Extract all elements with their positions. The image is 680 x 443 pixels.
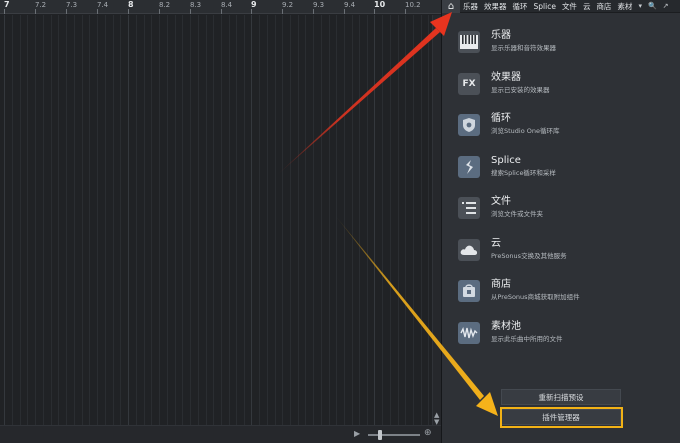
tab-cloud[interactable]: 云 [580,0,594,13]
item-title: 效果器 [491,71,521,83]
list-item-effects[interactable]: FX 效果器 显示已安装的效果器 [442,66,680,108]
ruler-tick: 9 [251,0,257,9]
ruler-tick: 7.3 [66,1,78,9]
expand-icon[interactable]: ↗ [660,0,672,13]
zoom-slider-track[interactable] [368,434,420,436]
ruler-tick: 7 [4,0,10,9]
tab-instruments[interactable]: 乐器 [460,0,481,13]
tab-splice[interactable]: Splice [531,0,559,13]
item-title: 文件 [491,196,511,207]
ruler-tick: 10 [374,0,386,9]
item-description: PreSonus交换及其他服务 [491,251,567,260]
file-list-icon [458,197,480,219]
play-icon[interactable]: ▶ [354,429,360,438]
piano-icon [458,31,480,53]
list-item-loops[interactable]: 循环 浏览Studio One循环库 [442,107,680,149]
item-description: 浏览Studio One循环库 [491,127,560,135]
rescan-presets-button[interactable]: 重新扫描预设 [501,389,621,405]
item-description: 搜索Splice循环和采样 [491,168,556,177]
horizontal-zoom-bar: ▶ ⊕ [0,425,441,443]
list-item-instruments[interactable]: 乐器 显示乐器和音符效果器 [442,24,680,66]
item-title: 云 [491,237,501,249]
zoom-slider-thumb[interactable] [378,430,382,440]
item-description: 显示乐器和音符效果器 [491,44,556,52]
list-item-cloud[interactable]: 云 PreSonus交换及其他服务 [442,232,680,274]
fx-icon: FX [458,72,480,95]
ruler-tick: 7.2 [35,1,47,9]
browser-tab-bar: ⌂ 乐器 效果器 循环 Splice 文件 云 商店 素材 ▾ 🔍 ↗ [442,0,680,13]
home-icon[interactable]: ⌂ [442,0,460,13]
item-description: 显示此乐曲中所用的文件 [491,334,563,343]
tab-effects[interactable]: 效果器 [481,0,510,13]
list-item-pool[interactable]: 素材池 显示此乐曲中所用的文件 [442,315,680,357]
ruler-tick: 9.4 [344,1,356,9]
ruler-tick: 9.2 [282,1,294,9]
ruler-tick: 8.2 [159,1,171,9]
item-description: 浏览文件或文件夹 [491,210,543,218]
zoom-reset-icon[interactable]: ⊕ [424,428,432,438]
timeline-ruler[interactable]: 7 7.2 7.3 7.4 8 8.2 8.3 8.4 9 9.2 9.3 9.… [0,0,441,14]
loop-shield-icon [458,114,480,136]
waveform-icon [458,321,480,344]
list-item-splice[interactable]: Splice 搜索Splice循环和采样 [442,149,680,191]
ruler-tick: 8 [128,0,134,9]
chevron-down-icon[interactable]: ▾ [635,0,645,13]
item-title: Splice [491,154,521,166]
tab-files[interactable]: 文件 [559,0,580,13]
ruler-tick: 8.4 [221,1,233,9]
tab-pool[interactable]: 素材 [614,0,635,13]
item-title: 商店 [491,279,511,290]
browser-category-list: 乐器 显示乐器和音符效果器 FX 效果器 显示已安装的效果器 循环 浏览Stud… [442,24,680,356]
browser-panel: ⌂ 乐器 效果器 循环 Splice 文件 云 商店 素材 ▾ 🔍 ↗ 乐器 显… [441,0,680,443]
item-title: 循环 [491,113,511,124]
list-item-files[interactable]: 文件 浏览文件或文件夹 [442,190,680,232]
ruler-tick: 9.3 [313,1,325,9]
item-description: 从PreSonus商城获取附加组件 [491,293,580,301]
search-icon[interactable]: 🔍 [645,0,660,13]
tab-loops[interactable]: 循环 [510,0,531,13]
plugin-manager-button[interactable]: 插件管理器 [501,409,621,425]
track-grid[interactable] [0,15,432,425]
store-icon [458,280,480,302]
arrange-view: 7 7.2 7.3 7.4 8 8.2 8.3 8.4 9 9.2 9.3 9.… [0,0,441,443]
item-description: 显示已安装的效果器 [491,85,550,94]
ruler-tick: 8.3 [190,1,202,9]
ruler-tick: 10.2 [405,1,421,9]
tab-store[interactable]: 商店 [593,0,614,13]
item-title: 素材池 [491,320,521,332]
vertical-scrollbar[interactable]: ▲ ▼ [432,15,441,426]
ruler-tick: 7.4 [97,1,109,9]
splice-icon [458,155,480,178]
cloud-icon [458,238,480,261]
list-item-store[interactable]: 商店 从PreSonus商城获取附加组件 [442,273,680,315]
item-title: 乐器 [491,30,511,41]
